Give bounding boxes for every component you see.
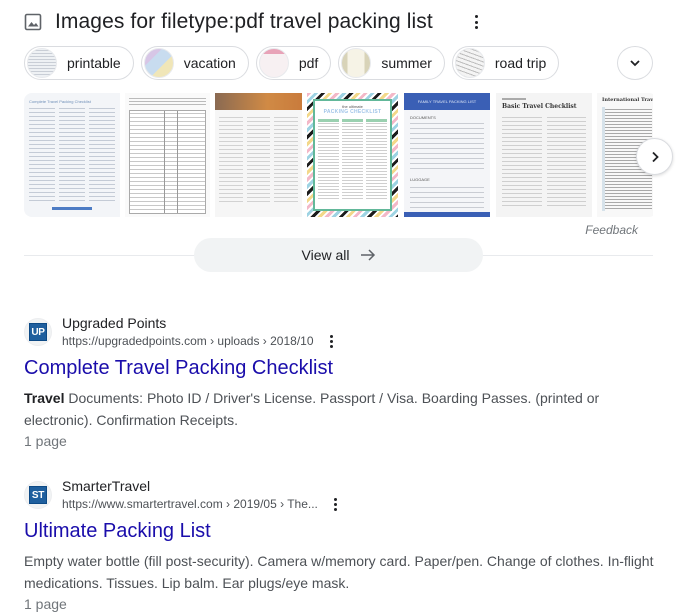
image-doc-title: Basic Travel Checklist [502,103,577,110]
carousel-next-button[interactable] [636,138,673,175]
site-url: https://www.smartertravel.com › 2019/05 … [62,497,318,511]
snippet-highlight: Travel [24,390,65,406]
image-doc-title: PACKING CHECKLIST [323,109,382,115]
more-vert-icon[interactable] [468,12,484,32]
chip-label: pdf [298,55,319,71]
result-title-link[interactable]: Complete Travel Packing Checklist [24,355,664,381]
chip-road-trip[interactable]: road trip [451,46,560,80]
chip-thumbnail [454,48,485,78]
chip-thumbnail [341,48,372,78]
search-result: UP Upgraded Points https://upgradedpoint… [24,314,664,451]
arrow-right-icon [360,249,375,261]
site-name: Upgraded Points [62,315,167,331]
site-name: SmarterTravel [62,478,151,494]
favicon: ST [24,481,52,509]
result-title-link[interactable]: Ultimate Packing List [24,518,664,544]
images-section-header: Images for filetype:pdf travel packing l… [24,6,433,38]
chip-label: road trip [494,55,547,71]
result-source[interactable]: ST SmarterTravel https://www.smartertrav… [24,477,664,513]
result-source[interactable]: UP Upgraded Points https://upgradedpoint… [24,314,664,350]
snippet-text: Documents: Photo ID / Driver's License. … [24,390,600,428]
chip-summer[interactable]: summer [338,46,445,80]
image-result[interactable]: Complete Travel Packing Checklist [24,93,120,217]
image-refinement-chips: printable vacation pdf summer road trip [24,46,560,80]
result-snippet: Empty water bottle (fill post-security).… [24,550,664,594]
favicon: UP [24,318,52,346]
chip-label: printable [67,55,121,71]
feedback-link[interactable]: Feedback [585,223,638,237]
image-doc-title: FAMILY TRAVEL PACKING LIST [404,93,490,110]
result-snippet: Travel Documents: Photo ID / Driver's Li… [24,387,664,431]
expand-chips-button[interactable] [617,46,653,80]
view-all-label: View all [301,247,350,263]
image-result[interactable]: Basic Travel Checklist [496,93,592,217]
result-page-count: 1 page [24,596,67,612]
image-doc-title: Complete Travel Packing Checklist [29,99,91,104]
image-result[interactable]: FAMILY TRAVEL PACKING LIST DOCUMENTS LUG… [404,93,490,217]
image-result[interactable] [215,93,302,217]
more-vert-icon[interactable] [328,496,344,512]
image-doc-title: International Trave [602,97,653,103]
image-carousel: Complete Travel Packing Checklist the ul… [24,93,653,218]
chip-pdf[interactable]: pdf [255,46,332,80]
chip-printable[interactable]: printable [24,46,134,80]
more-vert-icon[interactable] [324,333,340,349]
chip-thumbnail [143,48,174,78]
site-url: https://upgradedpoints.com › uploads › 2… [62,334,314,348]
image-result[interactable]: the ultimate PACKING CHECKLIST [307,93,398,217]
images-section-title: Images for filetype:pdf travel packing l… [55,10,433,33]
site-logo-icon: UP [29,323,47,341]
chip-label: vacation [183,55,236,71]
search-result: ST SmarterTravel https://www.smartertrav… [24,477,664,614]
result-page-count: 1 page [24,433,67,449]
chip-vacation[interactable]: vacation [140,46,249,80]
chip-thumbnail [258,48,289,78]
image-icon [24,13,42,31]
image-doc-section: LUGGAGE [410,177,430,182]
image-doc-section: DOCUMENTS [410,115,436,120]
chip-thumbnail [27,48,57,78]
chevron-down-icon [630,60,640,67]
chip-label: summer [381,55,432,71]
site-logo-icon: ST [29,486,47,504]
snippet-text: Empty water bottle (fill post-security).… [24,553,654,591]
chevron-right-icon [651,151,659,162]
image-result[interactable] [125,93,210,217]
view-all-button[interactable]: View all [194,238,483,272]
